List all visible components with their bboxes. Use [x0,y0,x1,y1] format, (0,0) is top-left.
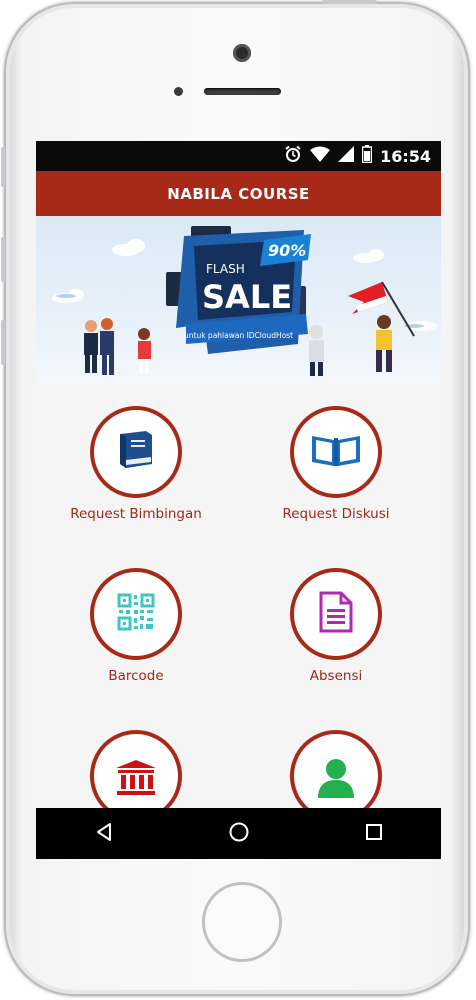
app-title: NABILA COURSE [167,184,310,203]
front-camera [233,44,251,62]
menu-item-circle[interactable] [90,406,182,498]
proximity-sensor [174,87,183,96]
power-button [322,0,377,4]
banner-flash: FLASH [206,262,245,276]
back-icon [94,822,114,846]
bank-icon [116,760,156,800]
status-time: 16:54 [380,146,431,166]
main-content[interactable]: 90% FLASH SALE untuk pahlawan IDCloudHos… [36,216,441,808]
home-button[interactable] [209,814,269,854]
mute-switch [1,147,5,187]
phone-screen: 16:54 NABILA COURSE 90% FLASH SALE untuk… [36,141,441,859]
menu-item-label: Absensi [309,668,363,684]
signal-icon [338,146,355,166]
app-bar: NABILA COURSE [36,171,441,216]
menu-item-circle[interactable] [290,568,382,660]
banner-illustration: 90% FLASH SALE untuk pahlawan IDCloudHos… [52,226,437,376]
qr-code-icon [117,593,155,635]
menu-item-bank[interactable] [36,730,236,808]
menu-item-label: Request Bimbingan [70,506,202,522]
menu-item-label: Request Diskusi [282,506,390,522]
phone-home-button [202,882,282,962]
promo-banner[interactable]: 90% FLASH SALE untuk pahlawan IDCloudHos… [36,216,441,384]
book-icon [114,430,158,474]
wifi-icon [310,146,331,166]
open-book-icon [310,432,362,472]
volume-down-button [1,320,5,365]
menu-item-circle[interactable] [290,406,382,498]
banner-discount: 90% [268,241,306,260]
menu-item-label: Barcode [108,668,164,684]
menu-item-circle[interactable] [90,730,182,808]
earpiece-speaker [204,88,281,95]
battery-icon [361,145,373,167]
alarm-icon [284,145,302,167]
menu-item-circle[interactable] [290,730,382,808]
volume-up-button [1,237,5,282]
menu-item-request-diskusi[interactable]: Request Diskusi [236,406,436,522]
people-illustration [84,318,151,375]
menu-item-circle[interactable] [90,568,182,660]
document-icon [319,591,353,637]
recents-button[interactable] [344,814,404,854]
banner-sale: SALE [202,278,292,316]
user-icon [316,758,356,802]
home-icon [228,821,250,847]
menu-item-barcode[interactable]: Barcode [36,568,236,684]
navigation-bar [36,808,441,859]
back-button[interactable] [74,814,134,854]
menu-item-absensi[interactable]: Absensi [236,568,436,684]
menu-item-profile[interactable] [236,730,436,808]
recents-icon [364,822,384,846]
status-bar: 16:54 [36,141,441,171]
menu-item-request-bimbingan[interactable]: Request Bimbingan [36,406,236,522]
banner-subtitle: untuk pahlawan IDCloudHost [184,331,293,340]
